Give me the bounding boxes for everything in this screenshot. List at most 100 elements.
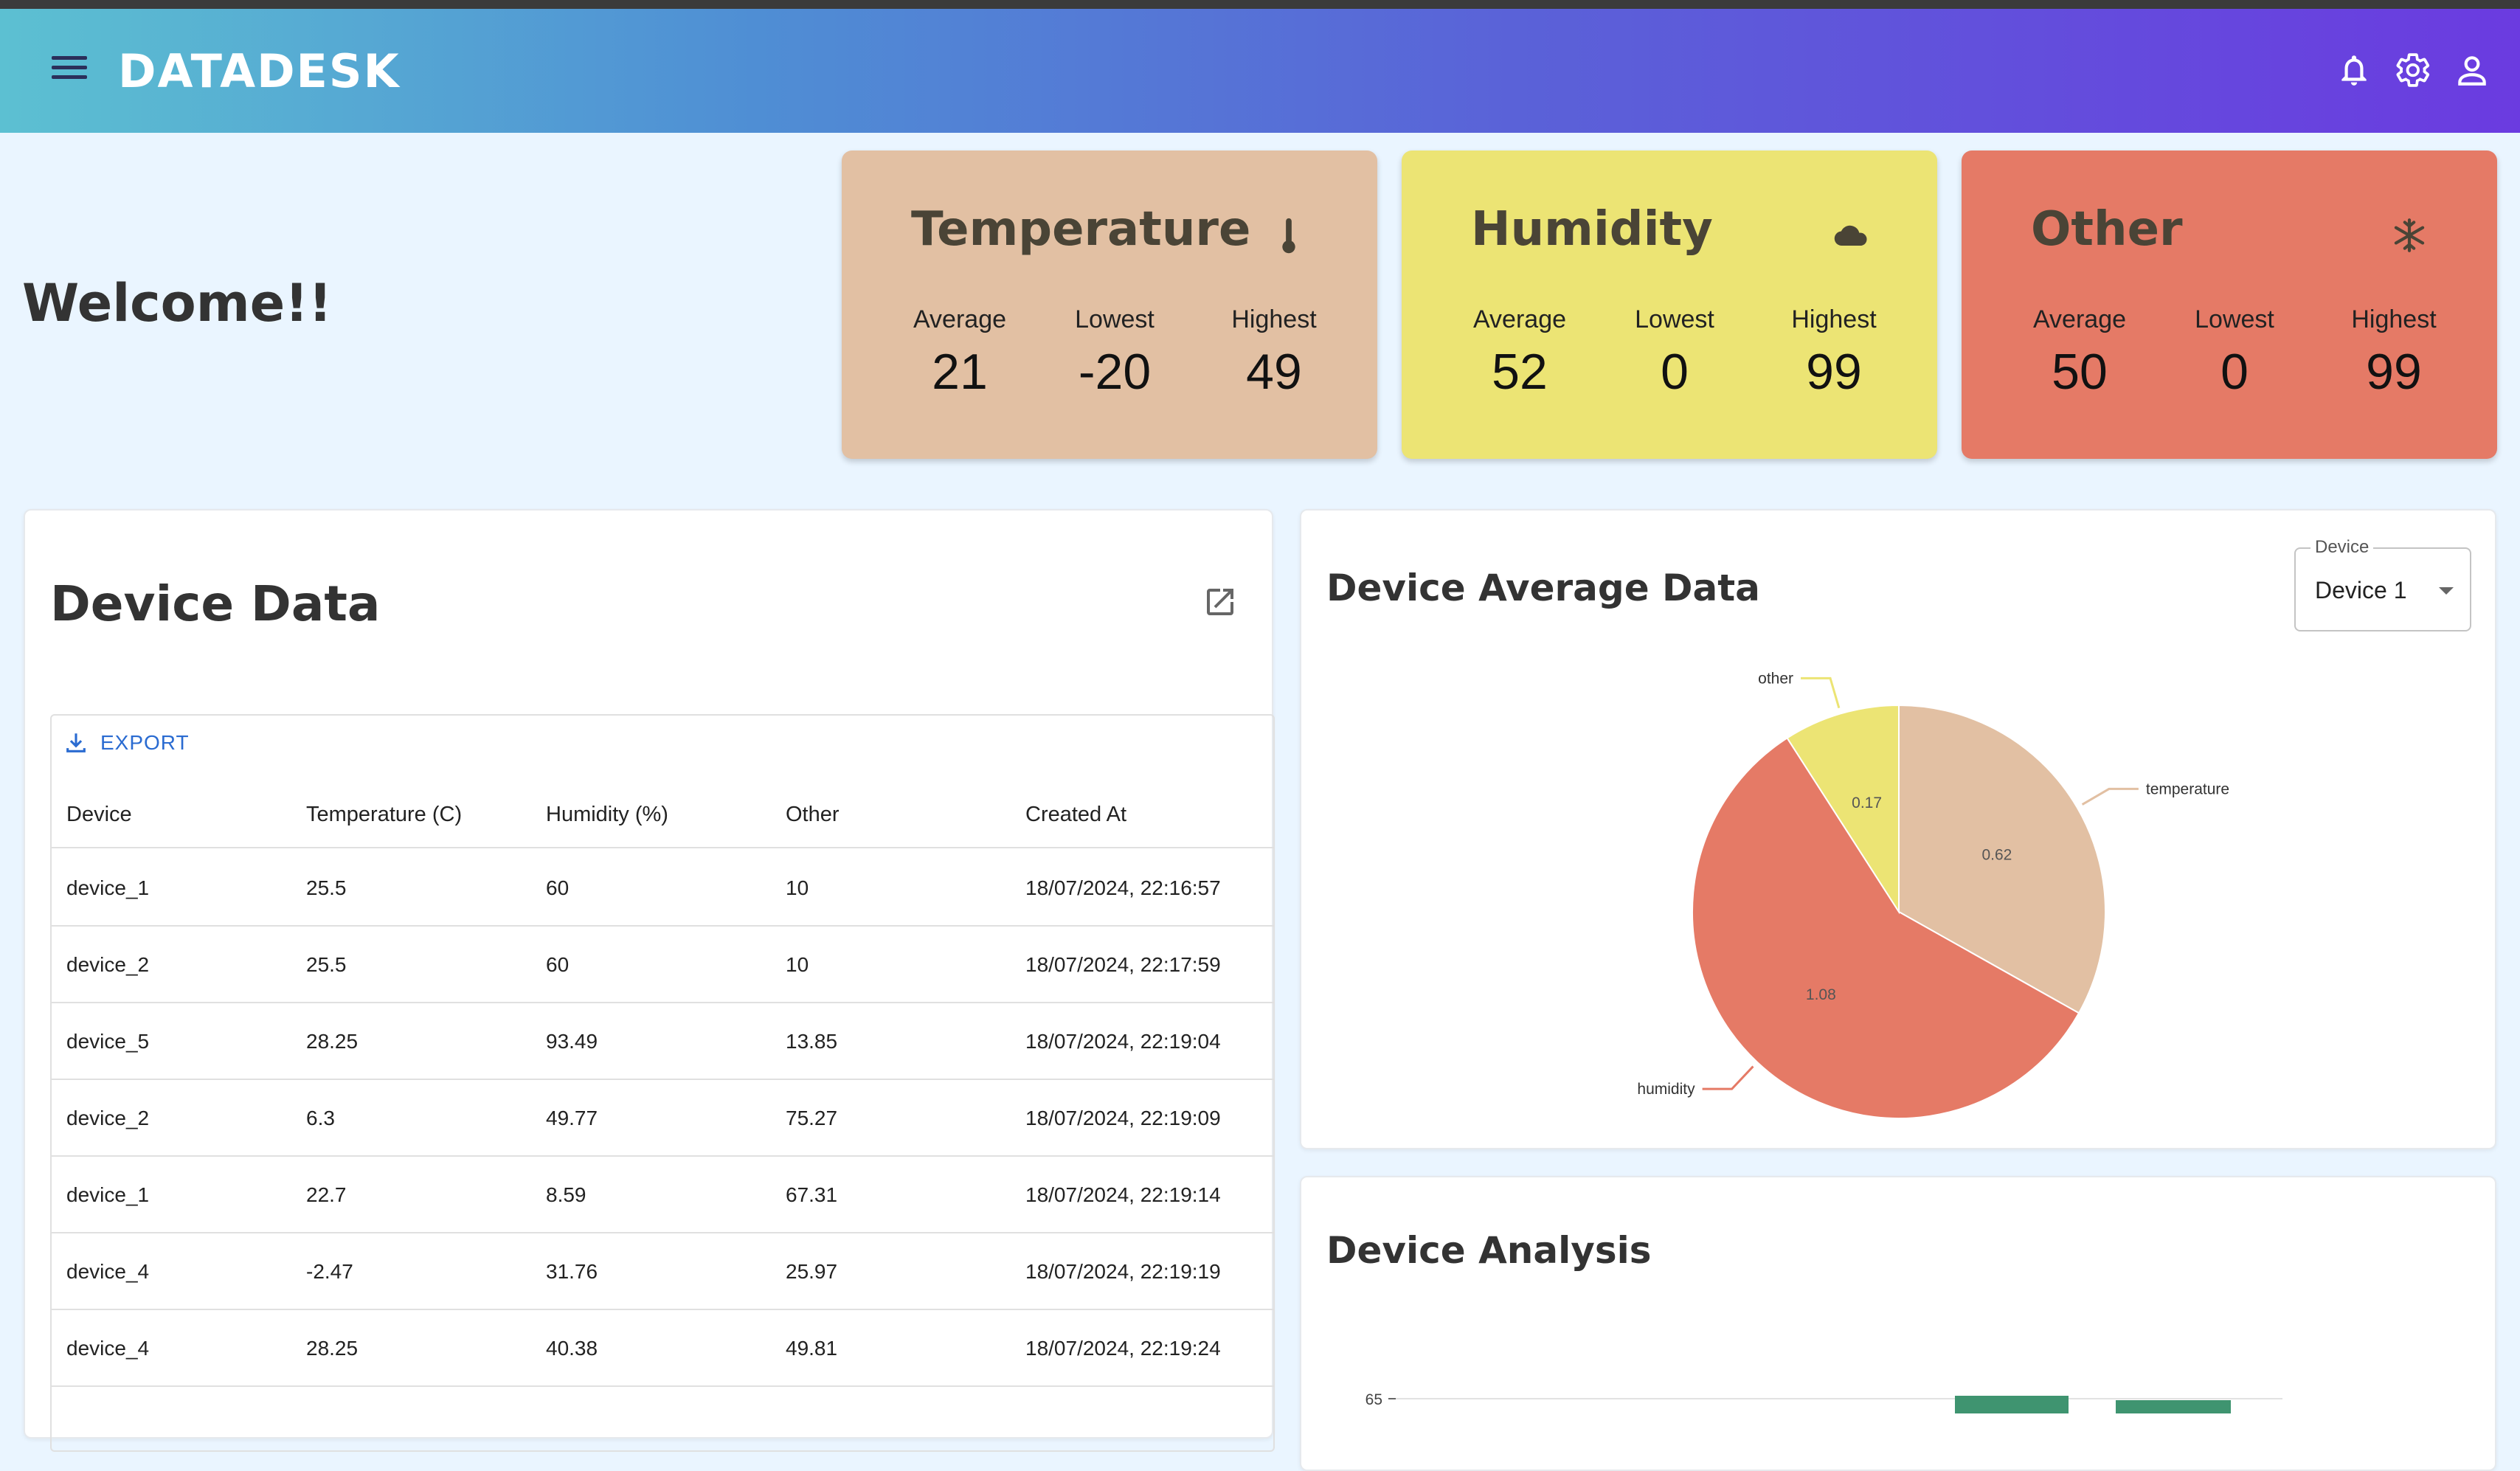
highest-value: 49 — [1246, 344, 1302, 400]
snowflake-icon — [2391, 217, 2426, 257]
card-title: Humidity — [1471, 202, 1713, 257]
cloud-icon — [1831, 217, 1867, 257]
average-stat: Average 21 — [886, 305, 1034, 401]
pie-category-label: humidity — [1637, 1081, 1695, 1098]
export-label: EXPORT — [100, 731, 190, 754]
open-in-new-icon[interactable] — [1202, 584, 1238, 620]
table-row[interactable]: device_2 6.3 49.77 75.27 18/07/2024, 22:… — [52, 1080, 1273, 1157]
lowest-stat: Lowest 0 — [2161, 305, 2308, 401]
highest-label: Highest — [1791, 305, 1877, 333]
lowest-label: Lowest — [1635, 305, 1714, 333]
table-cell: 40.38 — [546, 1337, 598, 1360]
table-cell: 75.27 — [786, 1107, 838, 1129]
table-cell: device_1 — [66, 876, 150, 899]
pie-leader-line — [1702, 1065, 1754, 1090]
table-row[interactable]: device_4 28.25 40.38 49.81 18/07/2024, 2… — [52, 1310, 1273, 1387]
pie-leader-line — [2081, 787, 2139, 806]
export-button[interactable]: EXPORT — [63, 730, 190, 755]
lowest-value: 0 — [2220, 344, 2249, 400]
card-title: Other — [2031, 202, 2183, 257]
temperature-card: Temperature Average 21 Lowest -20 Highes… — [842, 150, 1377, 459]
pie-value-label: 1.08 — [1806, 986, 1836, 1003]
table-cell: 10 — [786, 876, 809, 899]
average-value: 52 — [1492, 344, 1548, 400]
table-cell: 8.59 — [546, 1183, 586, 1206]
humidity-card: Humidity Average 52 Lowest 0 Highest 99 — [1402, 150, 1937, 459]
highest-label: Highest — [1231, 305, 1317, 333]
table-row[interactable]: device_1 22.7 8.59 67.31 18/07/2024, 22:… — [52, 1157, 1273, 1233]
average-value: 50 — [2052, 344, 2108, 400]
highest-value: 99 — [1806, 344, 1862, 400]
gear-icon[interactable] — [2395, 52, 2431, 89]
table-cell: device_4 — [66, 1337, 150, 1360]
pie-value-label: 0.62 — [1981, 846, 2012, 863]
table-cell: 22.7 — [306, 1183, 347, 1206]
bell-icon[interactable] — [2336, 52, 2372, 89]
menu-icon[interactable] — [52, 56, 87, 86]
column-header[interactable]: Device — [66, 803, 132, 827]
device-analysis-panel: Device Analysis 65 — [1300, 1176, 2496, 1471]
table-cell: 6.3 — [306, 1107, 335, 1129]
average-label: Average — [2032, 305, 2127, 333]
table-row[interactable]: device_1 25.5 60 10 18/07/2024, 22:16:57 — [52, 850, 1273, 927]
table-cell: 13.85 — [786, 1030, 838, 1053]
bar[interactable] — [1955, 1396, 2069, 1413]
lowest-stat: Lowest -20 — [1041, 305, 1188, 401]
table-cell: device_1 — [66, 1183, 150, 1206]
column-header[interactable]: Created At — [1025, 803, 1126, 827]
average-label: Average — [1472, 305, 1567, 333]
lowest-value: -20 — [1078, 344, 1152, 400]
pie-leader-line — [1801, 676, 1841, 709]
table-row[interactable]: device_4 -2.47 31.76 25.97 18/07/2024, 2… — [52, 1233, 1273, 1310]
table-cell: 93.49 — [546, 1030, 598, 1053]
table-cell: 60 — [546, 953, 570, 976]
highest-stat: Highest 99 — [2320, 305, 2468, 401]
pie-value-label: 0.17 — [1852, 795, 1882, 811]
table-row[interactable]: device_2 25.5 60 10 18/07/2024, 22:17:59 — [52, 927, 1273, 1003]
app-bar: DATADESK — [0, 9, 2520, 133]
highest-label: Highest — [2351, 305, 2437, 333]
table-cell: 25.5 — [306, 953, 347, 976]
table-cell: device_2 — [66, 1107, 150, 1129]
table-cell: 49.81 — [786, 1337, 838, 1360]
table-cell: 10 — [786, 953, 809, 976]
window-top-edge — [0, 0, 2520, 9]
device-average-panel: Device Average Data Device Device 1 0.62… — [1300, 509, 2496, 1149]
table-cell: 49.77 — [546, 1107, 598, 1129]
table-row[interactable]: device_5 28.25 93.49 13.85 18/07/2024, 2… — [52, 1003, 1273, 1080]
highest-stat: Highest 99 — [1760, 305, 1908, 401]
user-icon[interactable] — [2454, 52, 2490, 89]
lowest-label: Lowest — [1075, 305, 1155, 333]
lowest-value: 0 — [1661, 344, 1689, 400]
lowest-stat: Lowest 0 — [1601, 305, 1748, 401]
bar[interactable] — [2116, 1400, 2231, 1413]
column-header[interactable]: Other — [786, 803, 840, 827]
welcome-heading: Welcome!! — [22, 273, 333, 333]
table-cell: 60 — [546, 876, 570, 899]
table-cell: 18/07/2024, 22:19:19 — [1025, 1260, 1221, 1283]
average-value: 21 — [932, 344, 988, 400]
brand-logo[interactable]: DATADESK — [118, 44, 401, 98]
average-label: Average — [913, 305, 1007, 333]
table-header: Device Temperature (C) Humidity (%) Othe… — [52, 782, 1273, 848]
table-cell: 67.31 — [786, 1183, 838, 1206]
panel-title: Device Data — [50, 575, 381, 632]
table-cell: 31.76 — [546, 1260, 598, 1283]
table-cell: 28.25 — [306, 1030, 359, 1053]
device-data-panel: Device Data EXPORT Device Temperature (C… — [24, 509, 1275, 1452]
table-cell: 18/07/2024, 22:19:24 — [1025, 1337, 1221, 1360]
table-cell: 25.97 — [786, 1260, 838, 1283]
table-cell: 28.25 — [306, 1337, 359, 1360]
highest-value: 99 — [2366, 344, 2422, 400]
table-cell: 18/07/2024, 22:19:04 — [1025, 1030, 1221, 1053]
download-icon — [66, 733, 86, 752]
pie-chart: 0.62 temperature 1.08 humidity 0.17 other — [1637, 670, 2229, 1119]
card-title: Temperature — [911, 202, 1251, 257]
column-header[interactable]: Humidity (%) — [546, 803, 668, 827]
highest-stat: Highest 49 — [1200, 305, 1348, 401]
column-header[interactable]: Temperature (C) — [306, 803, 462, 827]
table-cell: device_5 — [66, 1030, 150, 1053]
pie-category-label: temperature — [2146, 781, 2229, 797]
table-cell: 18/07/2024, 22:19:14 — [1025, 1183, 1221, 1206]
y-tick-label: 65 — [1365, 1391, 1382, 1408]
